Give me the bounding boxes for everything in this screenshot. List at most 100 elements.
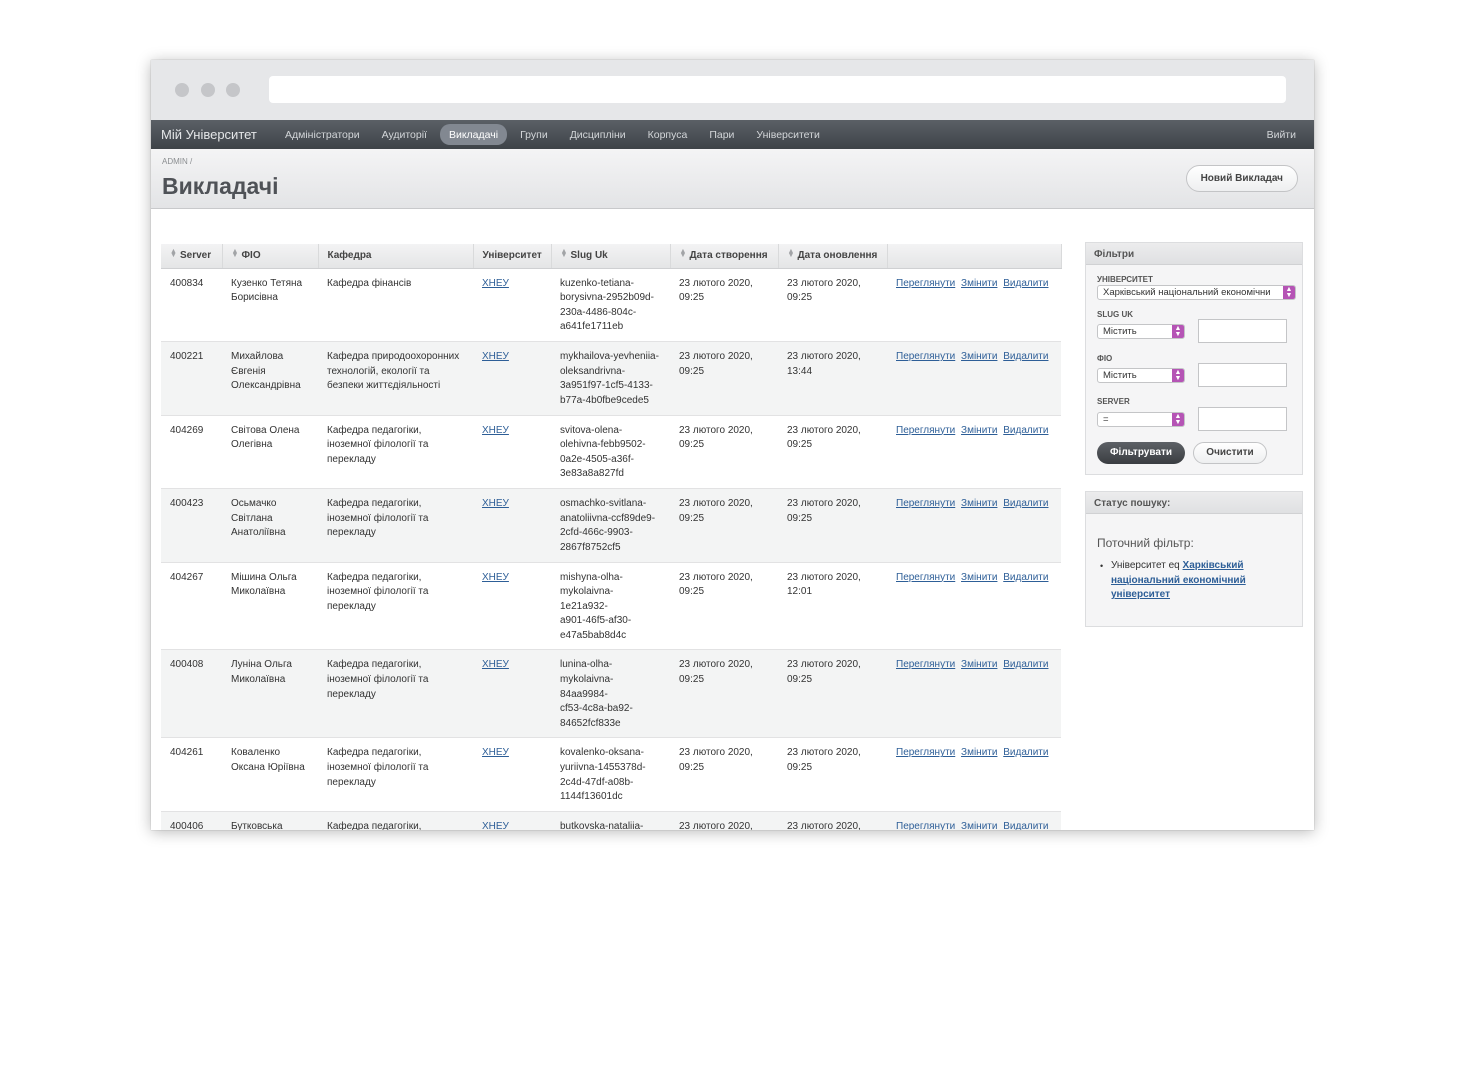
view-link[interactable]: Переглянути bbox=[896, 659, 955, 670]
view-link[interactable]: Переглянути bbox=[896, 498, 955, 509]
university-link[interactable]: ХНЕУ bbox=[482, 278, 509, 289]
slug-cell: mykhailova-yevheniia-oleksandrivna- 3a951… bbox=[560, 351, 659, 406]
university-link[interactable]: ХНЕУ bbox=[482, 425, 509, 436]
new-teacher-button[interactable]: Новий Викладач bbox=[1185, 165, 1298, 192]
column-header-label: ФІО bbox=[241, 250, 261, 262]
university-cell: ХНЕУ bbox=[473, 650, 551, 738]
nav-item-3[interactable]: Групи bbox=[511, 124, 557, 145]
column-header-4[interactable]: ▲▼ Slug Uk bbox=[551, 244, 671, 269]
fio-operator-select[interactable]: Містить ▲ ▼ bbox=[1097, 368, 1185, 383]
university-link[interactable]: ХНЕУ bbox=[482, 659, 509, 670]
slug-cell: kuzenko-tetiana-borysivna-2952b09d- 230a-… bbox=[560, 277, 654, 333]
edit-link[interactable]: Змінити bbox=[961, 821, 997, 830]
address-bar[interactable] bbox=[269, 76, 1286, 103]
filters-title: Фільтри bbox=[1086, 243, 1302, 265]
server-cell: 400423 bbox=[170, 498, 204, 509]
nav-item-7[interactable]: Університети bbox=[747, 124, 828, 145]
nav-item-5[interactable]: Корпуса bbox=[639, 124, 697, 145]
university-link[interactable]: ХНЕУ bbox=[482, 498, 509, 509]
view-link[interactable]: Переглянути bbox=[896, 747, 955, 758]
actions-cell: Переглянути Змінити Видалити bbox=[887, 650, 1061, 738]
university-filter-label: УНІВЕРСИТЕТ bbox=[1097, 275, 1153, 284]
university-link[interactable]: ХНЕУ bbox=[482, 747, 509, 758]
view-link[interactable]: Переглянути bbox=[896, 425, 955, 436]
created-cell: 23 лютого 2020,09:25 bbox=[679, 277, 753, 304]
university-link[interactable]: ХНЕУ bbox=[482, 572, 509, 583]
column-header-1[interactable]: ▲▼ ФІО bbox=[222, 244, 319, 269]
column-header-6[interactable]: ▲▼ Дата оновлення bbox=[778, 244, 888, 269]
clear-button[interactable]: Очистити bbox=[1193, 442, 1267, 464]
delete-link[interactable]: Видалити bbox=[1003, 821, 1048, 830]
university-cell: ХНЕУ bbox=[473, 489, 551, 563]
server-filter-input[interactable] bbox=[1198, 407, 1287, 431]
server-operator-select[interactable]: = ▲ ▼ bbox=[1097, 412, 1185, 427]
logout-link[interactable]: Вийти bbox=[1267, 129, 1296, 141]
column-header-5[interactable]: ▲▼ Дата створення bbox=[670, 244, 779, 269]
university-select[interactable]: Харківський національний економічни ▲ ▼ bbox=[1097, 285, 1296, 300]
browser-window: Мій Університет Адміністратори Аудиторії В… bbox=[151, 60, 1314, 830]
nav-menu: Адміністратори Аудиторії Викладачі Групи Дис… bbox=[276, 124, 833, 145]
delete-link[interactable]: Видалити bbox=[1003, 498, 1048, 509]
server-cell: 400408 bbox=[170, 659, 204, 671]
window-close-dot[interactable] bbox=[175, 83, 189, 97]
column-header-0[interactable]: ▲▼ Server bbox=[161, 244, 223, 269]
breadcrumb[interactable]: ADMIN / bbox=[162, 157, 192, 166]
nav-item-4[interactable]: Дисципліни bbox=[561, 124, 635, 145]
filter-button[interactable]: Фільтрувати bbox=[1097, 442, 1185, 464]
view-link[interactable]: Переглянути bbox=[896, 572, 955, 583]
university-cell: ХНЕУ bbox=[473, 562, 551, 650]
edit-link[interactable]: Змінити bbox=[961, 351, 997, 362]
university-cell: ХНЕУ bbox=[473, 268, 551, 342]
created-cell: 23 лютого 2020,09:25 bbox=[679, 747, 753, 774]
edit-link[interactable]: Змінити bbox=[961, 572, 997, 583]
slug-operator-select[interactable]: Містить ▲ ▼ bbox=[1097, 324, 1185, 339]
window-minimize-dot[interactable] bbox=[201, 83, 215, 97]
window-zoom-dot[interactable] bbox=[226, 83, 240, 97]
search-status-title: Статус пошуку: bbox=[1086, 492, 1302, 514]
slug-filter-input[interactable] bbox=[1198, 319, 1287, 343]
delete-link[interactable]: Видалити bbox=[1003, 659, 1048, 670]
nav-item-6[interactable]: Пари bbox=[700, 124, 743, 145]
created-cell: 23 лютого 2020,09:25 bbox=[679, 820, 753, 830]
fio-filter-input[interactable] bbox=[1198, 363, 1287, 387]
select-arrows-icon: ▲ ▼ bbox=[1172, 325, 1184, 338]
delete-link[interactable]: Видалити bbox=[1003, 351, 1048, 362]
delete-link[interactable]: Видалити bbox=[1003, 747, 1048, 758]
edit-link[interactable]: Змінити bbox=[961, 498, 997, 509]
table-row: 400408 Луніна Ольга Миколаївна Кафедра педа… bbox=[161, 649, 1061, 738]
slug-filter-label: SLUG UK bbox=[1097, 310, 1133, 319]
nav-item-2[interactable]: Викладачі bbox=[439, 124, 508, 145]
nav-item-0[interactable]: Адміністратори bbox=[276, 124, 369, 145]
edit-link[interactable]: Змінити bbox=[961, 425, 997, 436]
actions-cell: Переглянути Змінити Видалити bbox=[887, 489, 1061, 563]
edit-link[interactable]: Змінити bbox=[961, 747, 997, 758]
university-link[interactable]: ХНЕУ bbox=[482, 351, 509, 362]
actions-cell: Переглянути Змінити Видалити bbox=[887, 415, 1061, 489]
delete-link[interactable]: Видалити bbox=[1003, 425, 1048, 436]
department-cell: Кафедра природоохоронних технологій, екол… bbox=[327, 351, 460, 392]
current-filter-prefix: Університет eq bbox=[1111, 560, 1180, 571]
edit-link[interactable]: Змінити bbox=[961, 659, 997, 670]
view-link[interactable]: Переглянути bbox=[896, 278, 955, 289]
actions-cell: Переглянути Змінити Видалити bbox=[887, 811, 1061, 830]
view-link[interactable]: Переглянути bbox=[896, 351, 955, 362]
results-table-container: ▲▼ Server ▲▼ ФІО Кафедра Університет ▲▼ Slug Uk… bbox=[161, 244, 1062, 830]
top-navbar: Мій Університет Адміністратори Аудиторії В… bbox=[151, 120, 1314, 149]
university-cell: ХНЕУ bbox=[473, 415, 551, 489]
fio-cell: Луніна Ольга Миколаївна bbox=[231, 659, 292, 686]
fio-cell: Мішина Ольга Миколаївна bbox=[231, 571, 297, 598]
column-header-label: Університет bbox=[482, 250, 542, 262]
created-cell: 23 лютого 2020,09:25 bbox=[679, 498, 753, 524]
sort-icon: ▲▼ bbox=[170, 248, 177, 260]
edit-link[interactable]: Змінити bbox=[961, 278, 997, 289]
view-link[interactable]: Переглянути bbox=[896, 821, 955, 830]
actions-cell: Переглянути Змінити Видалити bbox=[887, 738, 1061, 812]
nav-item-1[interactable]: Аудиторії bbox=[373, 124, 436, 145]
delete-link[interactable]: Видалити bbox=[1003, 278, 1048, 289]
browser-chrome bbox=[151, 60, 1314, 120]
select-arrows-icon: ▲ ▼ bbox=[1172, 369, 1184, 382]
department-cell: Кафедра педагогіки,іноземної філології т… bbox=[327, 498, 429, 539]
university-link[interactable]: ХНЕУ bbox=[482, 821, 509, 830]
delete-link[interactable]: Видалити bbox=[1003, 572, 1048, 583]
brand-link[interactable]: Мій Університет bbox=[161, 127, 257, 142]
